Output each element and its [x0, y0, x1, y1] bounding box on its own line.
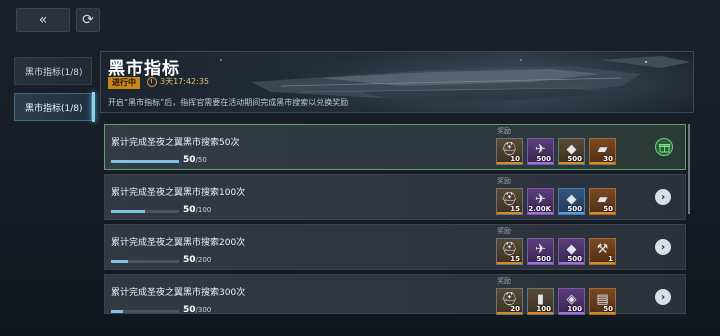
chevron-right-icon: ›	[660, 291, 666, 303]
reward-label: 奖励	[497, 277, 511, 285]
reward-list: ⛑ 15 ✈ 2.00K ◆ 500 ▰ 50	[496, 188, 616, 215]
progress-total: /200	[195, 256, 212, 264]
reward-label: 奖励	[497, 177, 511, 185]
claim-gift-button[interactable]	[655, 138, 673, 156]
reward-item[interactable]: ⛑ 10	[496, 138, 523, 165]
progress-bar	[111, 210, 179, 213]
event-banner: 黑市指标 进行中 3天17:42:35 开启“黑市指标”后，指挥官需要在活动期间…	[100, 51, 694, 113]
reward-item[interactable]: ◆ 500	[558, 238, 585, 265]
progress-text: 50/300	[183, 305, 211, 315]
scrollbar[interactable]	[688, 124, 690, 214]
back-button[interactable]: «	[16, 8, 70, 32]
reward-item[interactable]: ✈ 500	[527, 138, 554, 165]
chevron-right-button[interactable]: ›	[655, 239, 671, 255]
task-row: 累计完成圣夜之翼黑市搜索100次 50/100 奖励 ⛑ 15 ✈ 2.00K ◆ 5…	[104, 174, 686, 220]
task-title: 累计完成圣夜之翼黑市搜索200次	[111, 238, 246, 248]
chevron-right-icon: ›	[660, 191, 666, 203]
task-title: 累计完成圣夜之翼黑市搜索100次	[111, 188, 246, 198]
event-description: 开启“黑市指标”后，指挥官需要在活动期间完成黑市搜索以兑换奖励	[108, 98, 349, 107]
reward-item[interactable]: ⚒ 1	[589, 238, 616, 265]
status-badge: 进行中	[108, 77, 140, 89]
task-title: 累计完成圣夜之翼黑市搜索300次	[111, 288, 246, 298]
progress-bar	[111, 160, 179, 163]
progress-current: 50	[183, 155, 196, 165]
progress-bar-fill	[111, 260, 128, 263]
reward-item[interactable]: ⛑ 15	[496, 188, 523, 215]
chevron-right-button[interactable]: ›	[655, 189, 671, 205]
progress-current: 50	[183, 205, 196, 215]
sidebar-tab-label: 黑市指标(1/8)	[25, 103, 83, 114]
progress-total: /50	[195, 156, 207, 164]
sidebar-tab-label: 黑市指标(1/8)	[25, 67, 83, 78]
refresh-icon: ⟳	[82, 12, 94, 28]
sidebar-tab-black-market-2[interactable]: 黑市指标(1/8)	[14, 92, 95, 122]
reward-list: ⛑ 15 ✈ 500 ◆ 500 ⚒ 1	[496, 238, 616, 265]
reward-label: 奖励	[497, 127, 511, 135]
chevron-right-icon: ›	[660, 241, 666, 253]
reward-item[interactable]: ⛑ 20	[496, 288, 523, 315]
countdown-timer: 3天17:42:35	[147, 76, 209, 87]
progress-bar-fill	[111, 210, 145, 213]
progress-text: 50/50	[183, 155, 207, 165]
progress-text: 50/200	[183, 255, 211, 265]
reward-item[interactable]: ◆ 500	[558, 138, 585, 165]
reward-label: 奖励	[497, 227, 511, 235]
progress-bar	[111, 260, 179, 263]
progress-bar	[111, 310, 179, 313]
task-title: 累计完成圣夜之翼黑市搜索50次	[111, 138, 240, 148]
reward-list: ⛑ 10 ✈ 500 ◆ 500 ▰ 30	[496, 138, 616, 165]
gift-icon	[658, 143, 670, 152]
reward-item[interactable]: ◆ 500	[558, 188, 585, 215]
reward-item[interactable]: ▰ 30	[589, 138, 616, 165]
progress-total: /300	[195, 306, 212, 314]
progress-bar-fill	[111, 310, 123, 313]
refresh-button[interactable]: ⟳	[76, 8, 100, 32]
task-row: 累计完成圣夜之翼黑市搜索50次 50/50 奖励 ⛑ 10 ✈ 500 ◆ 500 ▰…	[104, 124, 686, 170]
progress-text: 50/100	[183, 205, 211, 215]
reward-item[interactable]: ✈ 2.00K	[527, 188, 554, 215]
reward-list: ⛑ 20 ▮ 100 ◈ 100 ▤ 50	[496, 288, 616, 315]
progress-bar-fill	[111, 160, 179, 163]
chevron-right-button[interactable]: ›	[655, 289, 671, 305]
sidebar-tab-black-market-1[interactable]: 黑市指标(1/8)	[14, 57, 92, 85]
reward-item[interactable]: ▤ 50	[589, 288, 616, 315]
reward-item[interactable]: ▮ 100	[527, 288, 554, 315]
progress-current: 50	[183, 255, 196, 265]
reward-item[interactable]: ◈ 100	[558, 288, 585, 315]
task-row: 累计完成圣夜之翼黑市搜索200次 50/200 奖励 ⛑ 15 ✈ 500 ◆ 500…	[104, 224, 686, 270]
reward-item[interactable]: ▰ 50	[589, 188, 616, 215]
clock-icon	[147, 76, 157, 87]
reward-item[interactable]: ⛑ 15	[496, 238, 523, 265]
progress-total: /100	[195, 206, 212, 214]
task-row: 累计完成圣夜之翼黑市搜索300次 50/300 奖励 ⛑ 20 ▮ 100 ◈ 100…	[104, 274, 686, 315]
progress-current: 50	[183, 305, 196, 315]
double-chevron-left-icon: «	[38, 12, 48, 28]
reward-item[interactable]: ✈ 500	[527, 238, 554, 265]
countdown-text: 3天17:42:35	[160, 77, 210, 86]
